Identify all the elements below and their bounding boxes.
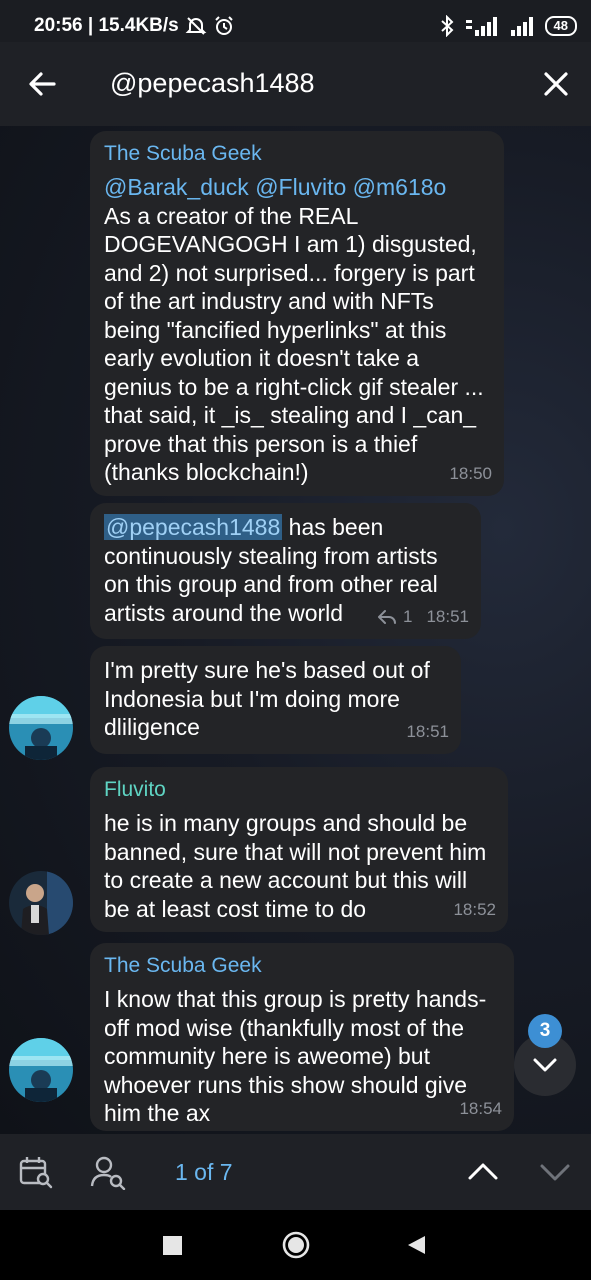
message-bubble[interactable]: I'm pretty sure he's based out of Indone… <box>90 646 461 754</box>
message-bubble[interactable]: The Scuba Geek I know that this group is… <box>90 943 514 1131</box>
battery-indicator: 48 <box>544 16 577 36</box>
message-text: I'm pretty sure he's based out of Indone… <box>104 657 430 740</box>
system-navigation-bar <box>0 1210 591 1280</box>
avatar-image <box>9 1038 73 1102</box>
message-list[interactable]: The Scuba Geek @Barak_duck @Fluvito @m61… <box>0 126 591 1134</box>
chevron-up-icon[interactable] <box>465 1154 501 1190</box>
message-text: he is in many groups and should be banne… <box>104 810 487 922</box>
bell-muted-icon <box>185 17 207 35</box>
unread-count-badge[interactable]: 3 <box>528 1014 562 1048</box>
bluetooth-icon <box>440 15 453 37</box>
mention-links[interactable]: @Barak_duck @Fluvito @m618o <box>104 173 490 202</box>
avatar-image <box>9 696 73 760</box>
avatar[interactable] <box>9 1038 73 1102</box>
message-time: 18:52 <box>453 899 496 919</box>
message-time: 18:50 <box>449 463 492 483</box>
reply-count[interactable]: 1 <box>403 603 412 632</box>
search-input[interactable]: @pepecash1488 <box>110 68 315 99</box>
telegram-chat-screen: 20:56 | 15.4KB/s 48 @pepecash1488 The Sc… <box>0 0 591 1280</box>
calendar-search-icon[interactable] <box>18 1154 54 1190</box>
signal-icon-2 <box>510 17 533 36</box>
message-time: 18:51 <box>406 721 449 741</box>
search-navigation-bar: 1 of 7 <box>0 1134 591 1210</box>
message-bubble[interactable]: @pepecash1488 has been continuously stea… <box>90 503 481 639</box>
recents-icon[interactable] <box>163 1236 182 1255</box>
message-text: I know that this group is pretty hands-o… <box>104 986 487 1126</box>
close-icon[interactable] <box>538 66 574 102</box>
chevron-down-icon <box>533 1058 557 1072</box>
home-icon[interactable] <box>281 1230 311 1260</box>
message-bubble[interactable]: The Scuba Geek @Barak_duck @Fluvito @m61… <box>90 131 504 496</box>
back-nav-icon[interactable] <box>405 1234 427 1256</box>
avatar-image <box>9 871 73 935</box>
sender-name[interactable]: The Scuba Geek <box>104 953 500 979</box>
arrow-left-icon[interactable] <box>24 66 60 102</box>
search-result-counter: 1 of 7 <box>175 1159 233 1185</box>
status-time: 20:56 | 15.4KB/s <box>34 15 179 36</box>
chevron-down-icon[interactable] <box>537 1154 573 1190</box>
search-header: @pepecash1488 <box>0 42 591 126</box>
avatar[interactable] <box>9 871 73 935</box>
sender-name[interactable]: Fluvito <box>104 777 494 803</box>
message-time: 18:54 <box>459 1098 502 1118</box>
user-search-icon[interactable] <box>90 1154 126 1190</box>
message-bubble[interactable]: Fluvito he is in many groups and should … <box>90 767 508 932</box>
reply-icon <box>377 609 396 624</box>
message-text: As a creator of the REAL DOGEVANGOGH I a… <box>104 202 484 486</box>
sender-name[interactable]: The Scuba Geek <box>104 141 490 167</box>
search-match-highlight[interactable]: @pepecash1488 <box>104 514 283 540</box>
avatar[interactable] <box>9 696 73 760</box>
alarm-icon <box>215 16 233 35</box>
signal-icon <box>465 17 497 36</box>
message-meta: 1 18:51 <box>377 603 469 632</box>
message-time: 18:51 <box>426 606 469 626</box>
